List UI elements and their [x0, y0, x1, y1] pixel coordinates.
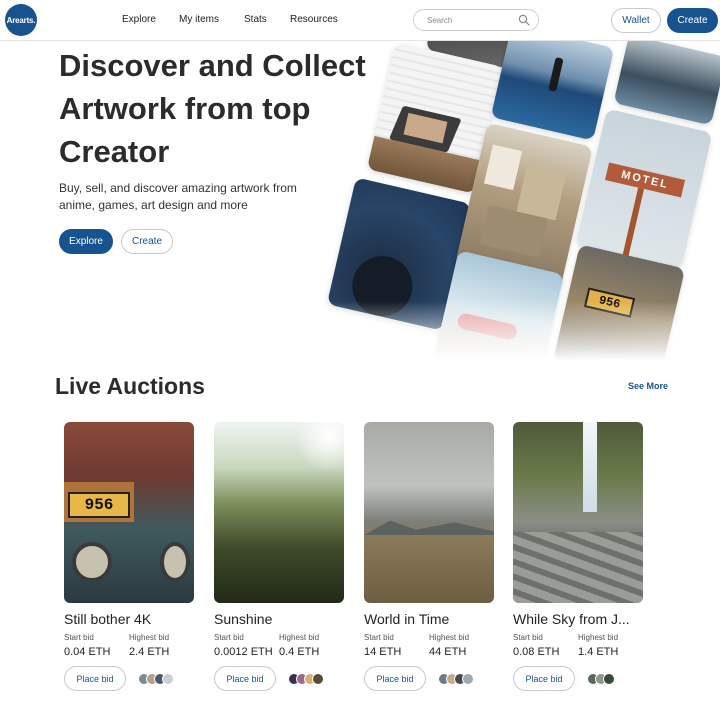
collage-tile-mountains	[613, 41, 720, 126]
live-auctions-title: Live Auctions	[55, 373, 205, 399]
hero-image-collage: MOTEL 956	[320, 41, 720, 371]
avatar	[462, 673, 474, 685]
nav-resources[interactable]: Resources	[290, 14, 338, 25]
avatar	[162, 673, 174, 685]
nav-stats[interactable]: Stats	[244, 14, 267, 25]
start-bid-label: Start bid	[513, 633, 543, 642]
hero-subtitle: Buy, sell, and discover amazing artwork …	[59, 181, 297, 212]
auction-card[interactable]: 956 Still bother 4K Start bid Highest bi…	[64, 422, 194, 697]
auction-card-title[interactable]: World in Time	[364, 611, 494, 627]
highest-bid-value: 1.4 ETH	[578, 646, 619, 658]
avatar	[312, 673, 324, 685]
start-bid-label: Start bid	[64, 633, 94, 642]
motel-sign-text: MOTEL	[605, 162, 686, 198]
collage-tile-motel: MOTEL	[575, 108, 713, 270]
start-bid-value: 0.08 ETH	[513, 646, 560, 658]
place-bid-button[interactable]: Place bid	[214, 666, 276, 691]
avatar	[603, 673, 615, 685]
search-box	[413, 9, 539, 31]
hero-create-button[interactable]: Create	[121, 229, 173, 254]
start-bid-value: 0.04 ETH	[64, 646, 111, 658]
brand-logo[interactable]: Arearts.	[5, 4, 37, 36]
search-input[interactable]	[427, 14, 517, 27]
highest-bid-value: 2.4 ETH	[129, 646, 170, 658]
place-bid-button[interactable]: Place bid	[64, 666, 126, 691]
auction-card-image	[364, 422, 494, 603]
collage-tile-lake-person	[490, 41, 615, 141]
highest-bid-label: Highest bid	[129, 633, 170, 642]
collage-fade-overlay	[320, 301, 720, 371]
highest-bid-value: 44 ETH	[429, 646, 467, 658]
auction-card-image: 956	[64, 422, 194, 603]
auction-card-title[interactable]: While Sky from J...	[513, 611, 643, 627]
highest-bid-label: Highest bid	[578, 633, 619, 642]
search-icon[interactable]	[518, 14, 530, 26]
header-create-button[interactable]: Create	[667, 8, 718, 33]
start-bid-label: Start bid	[214, 633, 244, 642]
nav-explore[interactable]: Explore	[122, 14, 156, 25]
place-bid-button[interactable]: Place bid	[513, 666, 575, 691]
place-bid-button[interactable]: Place bid	[364, 666, 426, 691]
auction-card-title[interactable]: Still bother 4K	[64, 611, 194, 627]
wallet-button[interactable]: Wallet	[611, 8, 661, 33]
auction-card[interactable]: World in Time Start bid Highest bid 14 E…	[364, 422, 494, 697]
see-more-link[interactable]: See More	[628, 381, 668, 391]
highest-bid-label: Highest bid	[429, 633, 470, 642]
highest-bid-value: 0.4 ETH	[279, 646, 320, 658]
start-bid-value: 0.0012 ETH	[214, 646, 273, 658]
start-bid-label: Start bid	[364, 633, 394, 642]
card-plate-text: 956	[68, 492, 130, 518]
auction-card[interactable]: Sunshine Start bid Highest bid 0.0012 ET…	[214, 422, 344, 697]
auction-card-image	[214, 422, 344, 603]
auction-card-title[interactable]: Sunshine	[214, 611, 344, 627]
nav-my-items[interactable]: My items	[179, 14, 219, 25]
start-bid-value: 14 ETH	[364, 646, 402, 658]
top-navbar: Arearts. Explore My items Stats Resource…	[0, 0, 720, 41]
auction-card-image	[513, 422, 643, 603]
hero-explore-button[interactable]: Explore	[59, 229, 113, 254]
auction-card[interactable]: While Sky from J... Start bid Highest bi…	[513, 422, 643, 697]
highest-bid-label: Highest bid	[279, 633, 320, 642]
